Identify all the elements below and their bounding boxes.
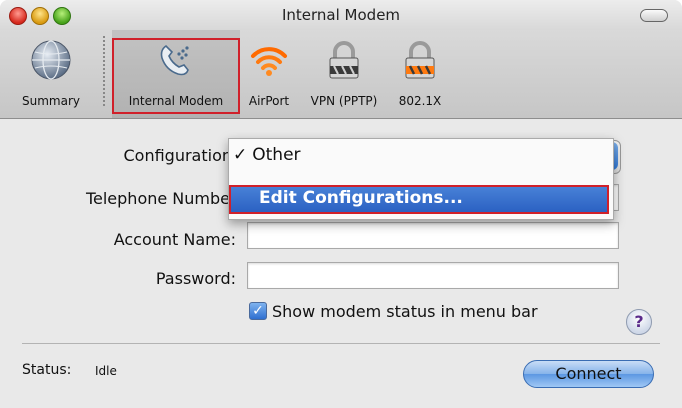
wifi-icon (251, 47, 287, 76)
globe-icon (31, 40, 71, 80)
divider (22, 343, 660, 344)
toolbar: Summary Internal Modem AirPort VPN (PPTP… (0, 30, 682, 119)
tab-vpn-pptp[interactable]: VPN (PPTP) (301, 30, 387, 118)
status-value: Idle (95, 364, 117, 378)
lock-icon (405, 41, 435, 79)
toolbar-separator (103, 36, 105, 106)
show-status-checkbox[interactable]: ✓ (249, 302, 267, 320)
show-status-label: Show modem status in menu bar (272, 302, 538, 321)
tab-summary-label: Summary (22, 94, 80, 108)
menu-item-other-label: Other (252, 145, 301, 165)
connect-button[interactable]: Connect (523, 360, 654, 388)
help-button[interactable]: ? (626, 309, 652, 335)
tab-vpn-pptp-label: VPN (PPTP) (310, 94, 378, 108)
password-label: Password: (155, 269, 236, 288)
highlight-box-edit-configurations (229, 185, 609, 214)
tab-802-1x-label: 802.1X (398, 94, 442, 108)
tab-airport[interactable]: AirPort (240, 30, 298, 118)
window-title: Internal Modem (281, 6, 401, 24)
toolbar-toggle-button[interactable] (640, 9, 668, 22)
title-bar: Internal Modem (0, 0, 682, 31)
telephone-number-label: Telephone Numbe (85, 189, 230, 208)
tab-airport-label: AirPort (248, 94, 290, 108)
status-label: Status: (22, 362, 72, 378)
configuration-label: Configuration (123, 146, 232, 165)
highlight-box-internal-modem (112, 38, 240, 114)
password-field[interactable] (247, 262, 619, 289)
tab-802-1x[interactable]: 802.1X (390, 30, 450, 118)
lock-icon (329, 41, 359, 79)
tab-summary[interactable]: Summary (2, 30, 100, 118)
network-preferences-window: Internal Modem Summary Internal Modem Ai… (0, 0, 682, 408)
checkmark-icon: ✓ (233, 145, 248, 165)
menu-item-other[interactable]: ✓ Other (233, 145, 301, 165)
account-name-field[interactable] (247, 222, 619, 249)
account-name-label: Account Name: (113, 230, 236, 249)
